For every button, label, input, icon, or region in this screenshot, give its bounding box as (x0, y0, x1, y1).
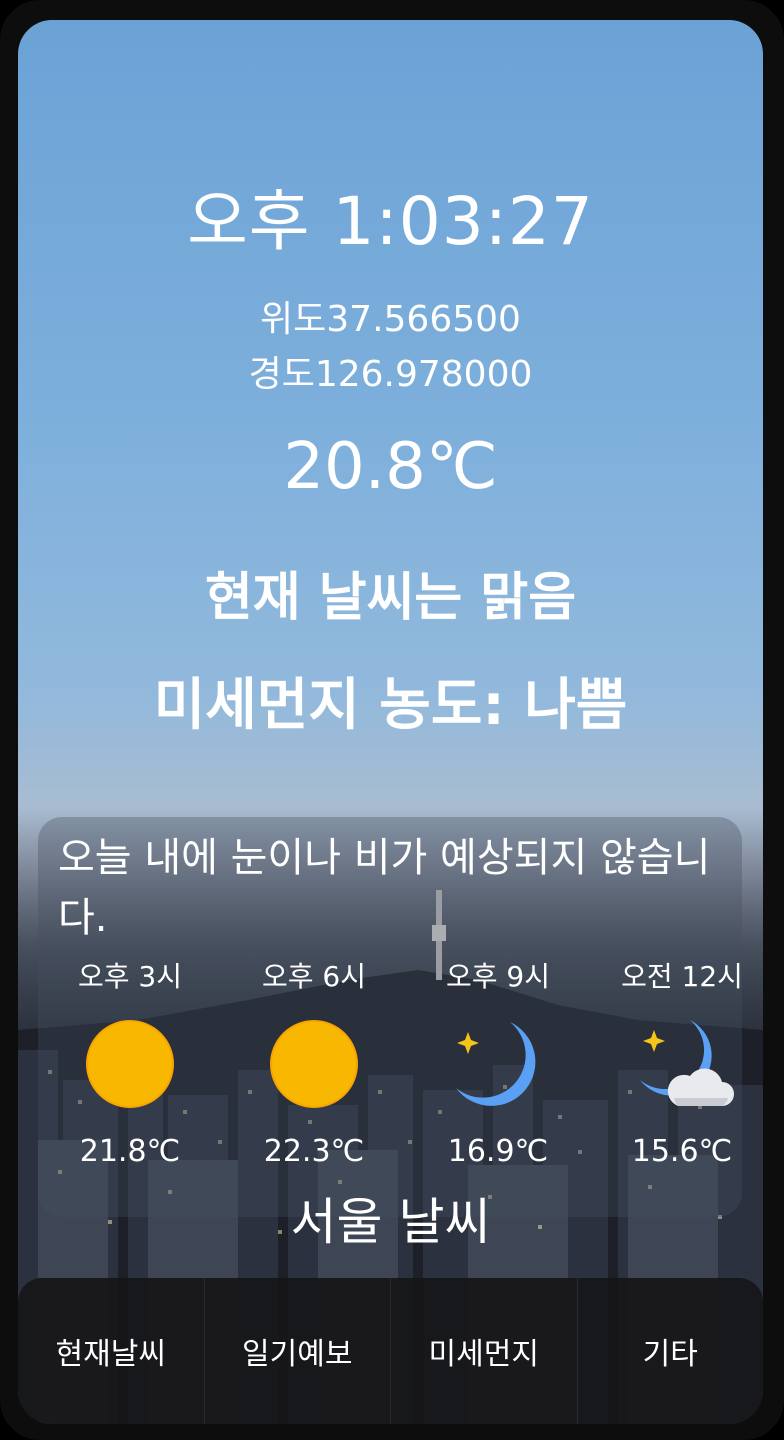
weather-condition: 현재 날씨는 맑음 (204, 568, 577, 628)
current-time: 오후 1:03:27 (187, 183, 594, 260)
hourly-icon-slot (406, 1018, 590, 1114)
bottom-navigation: 현재날씨 일기예보 미세먼지 기타 (18, 1278, 763, 1424)
nav-tab-forecast[interactable]: 일기예보 (205, 1278, 391, 1424)
hourly-temperature: 22.3℃ (263, 1134, 365, 1169)
fine-dust-level: 미세먼지 농도: 나쁨 (153, 673, 628, 738)
sun-icon (86, 1020, 174, 1108)
moon-star-icon (456, 1022, 536, 1106)
hourly-time: 오후 6시 (262, 960, 366, 993)
nav-tab-fine-dust[interactable]: 미세먼지 (391, 1278, 578, 1424)
precipitation-message: 오늘 내에 눈이나 비가 예상되지 않습니다. (58, 835, 711, 941)
moon-cloud-icon (640, 1020, 734, 1106)
nav-tab-etc[interactable]: 기타 (578, 1278, 764, 1424)
nav-tab-current-weather[interactable]: 현재날씨 (18, 1278, 205, 1424)
hourly-time: 오후 9시 (446, 960, 550, 993)
latitude-text: 위도37.566500 (260, 299, 521, 340)
sun-icon (270, 1020, 358, 1108)
app-screen: 오후 1:03:27 위도37.566500 경도126.978000 20.8… (18, 20, 763, 1424)
hourly-time: 오전 12시 (621, 960, 743, 993)
hourly-time: 오후 3시 (78, 960, 182, 993)
hourly-icon-slot (38, 1018, 222, 1114)
hourly-icon-slot (590, 1018, 763, 1114)
hourly-icon-slot (222, 1018, 406, 1114)
hourly-temperature: 15.6℃ (631, 1134, 733, 1169)
city-weather-title: 서울 날씨 (290, 1193, 491, 1251)
hourly-temperature: 21.8℃ (79, 1134, 181, 1169)
device-frame: 오후 1:03:27 위도37.566500 경도126.978000 20.8… (0, 0, 784, 1440)
hourly-temperature: 16.9℃ (447, 1134, 549, 1169)
longitude-text: 경도126.978000 (248, 354, 533, 395)
current-temperature: 20.8℃ (283, 430, 498, 504)
